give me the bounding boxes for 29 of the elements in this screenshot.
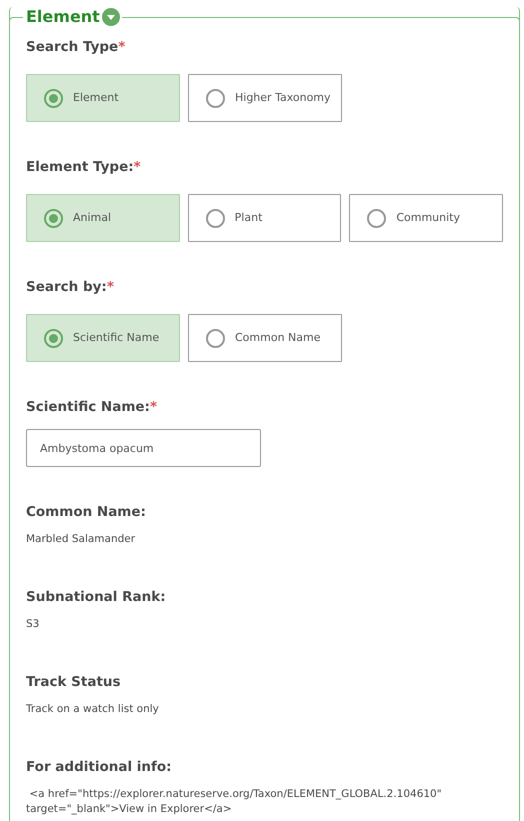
field-label: Scientific Name:*: [26, 398, 158, 417]
field-label: Search by:*: [26, 278, 115, 297]
radio-icon: [44, 208, 63, 228]
field-value: <a href="https://explorer.natureserve.org/Taxon/ELEMENT_GLOBAL.2.104610" target="_blank">View in Explorer</a>: [26, 787, 443, 817]
field-value: Marbled Salamander: [26, 532, 136, 547]
field-label: Common Name:: [26, 503, 147, 522]
radio-option[interactable]: Animal: [26, 194, 180, 242]
field-value: Track on a watch list only: [26, 702, 160, 717]
field-label: Subnational Rank:: [26, 588, 167, 607]
input-field[interactable]: Ambystoma opacum: [26, 429, 261, 467]
field-label: For additional info:: [26, 758, 173, 777]
radio-icon: [206, 208, 225, 228]
radio-icon: [44, 328, 63, 348]
radio-option[interactable]: Higher Taxonomy: [188, 74, 342, 122]
radio-option[interactable]: Scientific Name: [26, 314, 180, 362]
collapse-icon[interactable]: [102, 8, 120, 26]
radio-option[interactable]: Community: [349, 194, 504, 242]
legend-title: Element: [25, 7, 101, 27]
field-value: S3: [26, 617, 40, 632]
field-label: Element Type:*: [26, 158, 142, 177]
radio-icon: [206, 88, 225, 108]
radio-option[interactable]: Plant: [188, 194, 342, 242]
radio-option[interactable]: Common Name: [188, 314, 342, 362]
radio-option[interactable]: Element: [26, 74, 180, 122]
field-label: Track Status: [26, 673, 122, 692]
field-label: Search Type*: [26, 38, 126, 57]
radio-icon: [367, 208, 386, 228]
radio-icon: [44, 88, 63, 108]
radio-icon: [206, 328, 225, 348]
